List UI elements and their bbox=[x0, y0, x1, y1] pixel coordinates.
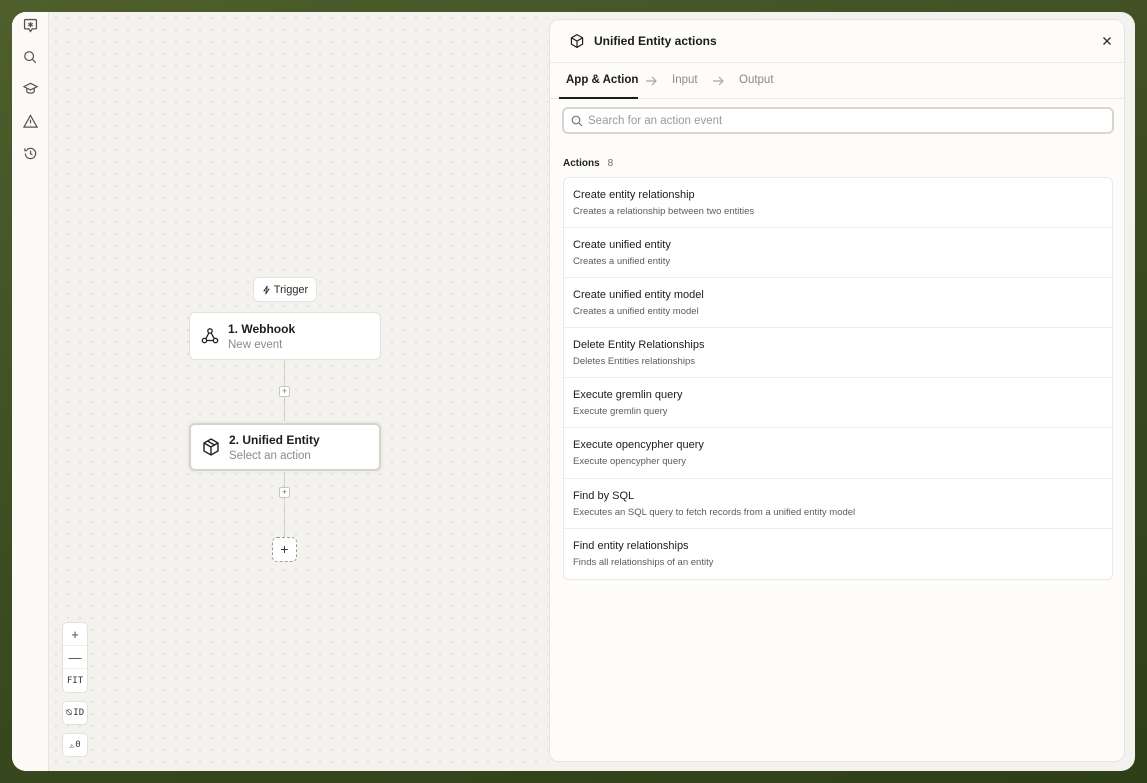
action-title: Create entity relationship bbox=[573, 189, 695, 201]
action-item[interactable]: Find by SQL Executes an SQL query to fet… bbox=[564, 479, 1112, 529]
history-icon[interactable] bbox=[20, 143, 40, 163]
action-item[interactable]: Create entity relationship Creates a rel… bbox=[564, 178, 1112, 229]
action-description: Deletes Entities relationships bbox=[573, 356, 695, 368]
panel-header: Unified Entity actions bbox=[550, 20, 1124, 63]
actions-header: Actions 8 bbox=[563, 158, 613, 169]
search-icon[interactable] bbox=[20, 47, 40, 67]
node-title: 1. Webhook bbox=[228, 321, 296, 336]
arrow-right-icon bbox=[713, 76, 724, 86]
warning-icon: ⚠ bbox=[69, 740, 75, 750]
panel-title: Unified Entity actions bbox=[594, 34, 717, 48]
action-title: Find entity relationships bbox=[573, 539, 689, 552]
actions-label: Actions bbox=[563, 158, 600, 169]
graduation-cap-icon[interactable] bbox=[20, 78, 40, 98]
search-icon bbox=[571, 115, 583, 127]
zoom-out-button[interactable]: — bbox=[63, 646, 87, 669]
action-description: Creates a relationship between two entit… bbox=[573, 206, 755, 217]
workflow-node-webhook[interactable]: 1. Webhook New event bbox=[189, 312, 381, 360]
action-item[interactable]: Create unified entity Creates a unified … bbox=[564, 228, 1112, 279]
warnings-count: 0 bbox=[75, 740, 81, 750]
action-item[interactable]: Create unified entity model Creates a un… bbox=[564, 278, 1112, 329]
fit-view-button[interactable]: FIT bbox=[63, 669, 87, 692]
workflow-node-unified-entity[interactable]: 2. Unified Entity Select an action bbox=[189, 423, 381, 471]
tab-input[interactable]: Input bbox=[672, 74, 698, 86]
action-description: Creates a unified entity model bbox=[573, 306, 699, 318]
action-item[interactable]: Execute opencypher query Execute opencyp… bbox=[564, 428, 1112, 479]
webhook-icon bbox=[201, 328, 219, 344]
workflow-canvas[interactable]: Trigger 1. Webhook New event + 2. Unifie… bbox=[50, 12, 548, 771]
insert-step-button[interactable]: + bbox=[279, 386, 290, 397]
action-title: Find by SQL bbox=[573, 489, 635, 502]
action-search-input[interactable] bbox=[588, 112, 1108, 130]
action-title: Create unified entity bbox=[573, 239, 671, 252]
step-tabs: App & Action Input Output bbox=[550, 63, 1124, 99]
action-item[interactable]: Execute gremlin query Execute gremlin qu… bbox=[564, 378, 1112, 429]
action-description: Finds all relationships of an entity bbox=[573, 556, 714, 568]
add-step-button[interactable]: + bbox=[272, 537, 297, 562]
actions-panel: Unified Entity actions App & Action Inpu… bbox=[549, 19, 1125, 762]
arrow-right-icon bbox=[646, 76, 657, 86]
action-description: Executes an SQL query to fetch records f… bbox=[573, 506, 856, 518]
app-window: Trigger 1. Webhook New event + 2. Unifie… bbox=[12, 12, 1135, 771]
action-description: Execute gremlin query bbox=[573, 406, 668, 418]
action-item[interactable]: Find entity relationships Finds all rela… bbox=[564, 529, 1112, 579]
insert-step-button[interactable]: + bbox=[279, 487, 290, 498]
logo-icon[interactable] bbox=[20, 15, 40, 35]
action-title: Execute gremlin query bbox=[573, 389, 683, 402]
zoom-controls: + — FIT bbox=[62, 622, 88, 693]
left-rail bbox=[12, 12, 49, 771]
connector-line bbox=[284, 472, 285, 538]
cube-icon bbox=[203, 438, 219, 456]
actions-list: Create entity relationship Creates a rel… bbox=[563, 177, 1113, 580]
trigger-chip[interactable]: Trigger bbox=[253, 277, 317, 302]
action-description: Execute opencypher query bbox=[573, 456, 687, 468]
zoom-in-button[interactable]: + bbox=[63, 623, 87, 646]
action-description: Creates a unified entity bbox=[573, 256, 671, 268]
node-title: 2. Unified Entity bbox=[229, 432, 320, 447]
action-search bbox=[562, 107, 1114, 134]
action-item[interactable]: Delete Entity Relationships Deletes Enti… bbox=[564, 328, 1112, 379]
actions-count: 8 bbox=[607, 158, 614, 169]
tab-output[interactable]: Output bbox=[739, 74, 774, 86]
bolt-icon bbox=[262, 285, 270, 294]
tab-app-action[interactable]: App & Action bbox=[566, 74, 638, 86]
action-title: Execute opencypher query bbox=[573, 439, 704, 452]
id-toggle-button[interactable]: ⦰ ID bbox=[62, 701, 88, 725]
node-subtitle: Select an action bbox=[229, 449, 311, 462]
warnings-button[interactable]: ⚠ 0 bbox=[62, 733, 88, 757]
warning-icon[interactable] bbox=[20, 111, 40, 131]
eye-off-icon: ⦰ bbox=[65, 708, 73, 717]
id-toggle-label: ID bbox=[73, 708, 85, 718]
close-icon[interactable] bbox=[1100, 34, 1114, 48]
trigger-label: Trigger bbox=[273, 283, 309, 296]
active-tab-indicator bbox=[559, 97, 638, 99]
action-title: Delete Entity Relationships bbox=[573, 339, 705, 352]
node-subtitle: New event bbox=[228, 338, 283, 351]
action-title: Create unified entity model bbox=[573, 289, 704, 302]
cube-icon bbox=[570, 33, 584, 49]
